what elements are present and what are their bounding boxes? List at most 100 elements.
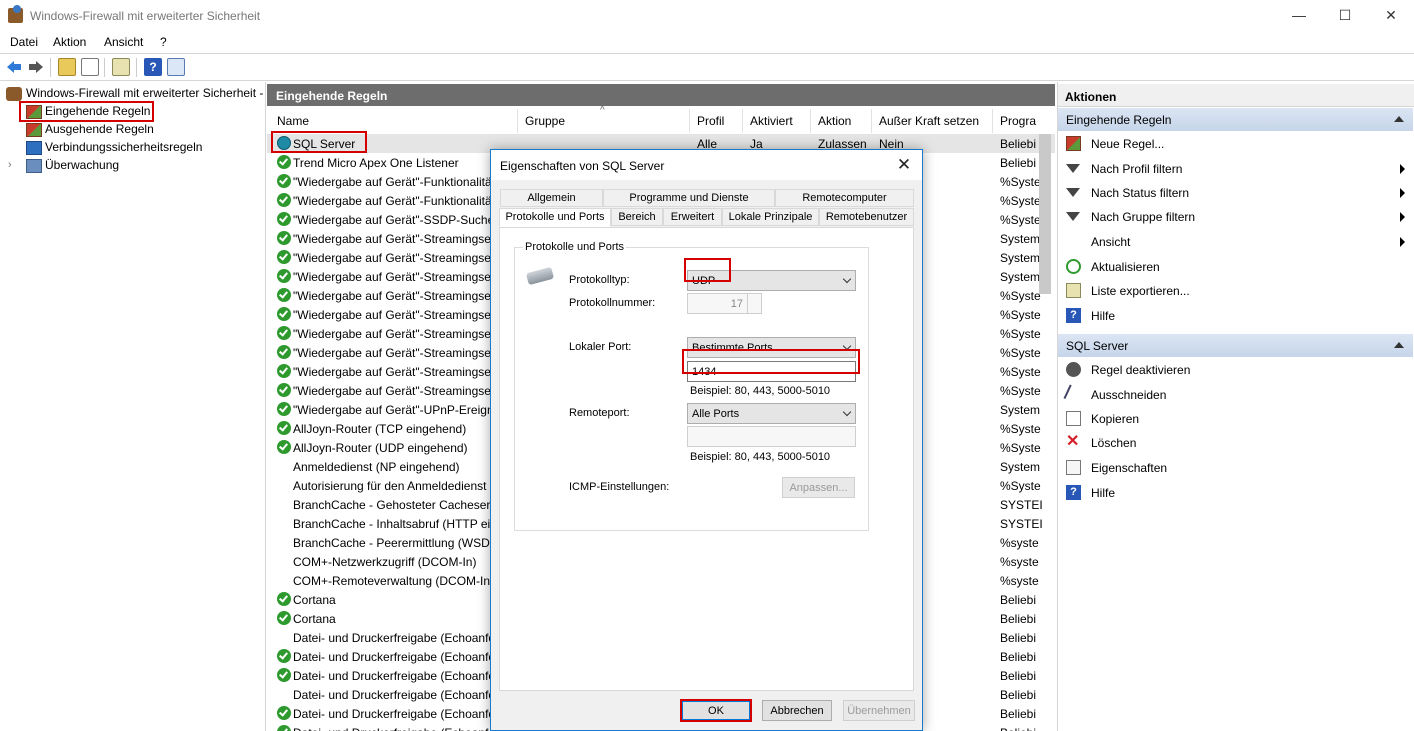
- menu-help[interactable]: ?: [160, 35, 167, 49]
- toolbar-separator: [50, 58, 51, 77]
- tab-remotebenutzer[interactable]: Remotebenutzer: [819, 208, 914, 226]
- dialog-title: Eigenschaften von SQL Server: [491, 150, 922, 180]
- cell-program: %Syste: [1000, 289, 1041, 303]
- remote-port-select[interactable]: Alle Ports: [687, 403, 856, 424]
- menu-ansicht[interactable]: Ansicht: [104, 35, 143, 49]
- submenu-arrow-icon: [1400, 164, 1405, 174]
- ok-button[interactable]: OK: [681, 700, 751, 721]
- chevron-right-icon[interactable]: ›: [8, 157, 12, 174]
- action-item[interactable]: ? Hilfe: [1058, 305, 1413, 327]
- rule-name: Cortana: [293, 593, 336, 607]
- tab-panel-protocols: Protokolle und Ports Protokolltyp: UDP P…: [499, 227, 914, 691]
- toolbar: ?: [0, 54, 1414, 81]
- protocol-number-label: Protokollnummer:: [569, 297, 656, 309]
- action-item[interactable]: Regel deaktivieren: [1058, 359, 1413, 381]
- close-window-button[interactable]: ✕: [1368, 0, 1414, 31]
- action-item[interactable]: Nach Profil filtern: [1058, 158, 1413, 180]
- cell-program: %syste: [1000, 574, 1039, 588]
- rule-name: BranchCache - Peerermittlung (WSD e: [293, 536, 500, 550]
- rule-name: Datei- und Druckerfreigabe (Echoanfo: [293, 707, 496, 721]
- action-item[interactable]: Ansicht: [1058, 231, 1413, 253]
- show-action-pane-icon[interactable]: [167, 58, 185, 76]
- action-item[interactable]: ✕ Löschen: [1058, 432, 1413, 454]
- enabled-check-icon: [277, 326, 291, 340]
- menu-bar: Datei Aktion Ansicht ?: [0, 31, 1414, 53]
- properties-icon: [1066, 460, 1081, 475]
- action-item[interactable]: Nach Status filtern: [1058, 182, 1413, 204]
- enabled-check-icon: [277, 155, 291, 169]
- action-item[interactable]: Neue Regel...: [1058, 133, 1413, 155]
- up-folder-icon[interactable]: [58, 58, 76, 76]
- actions-group-inbound[interactable]: Eingehende Regeln: [1058, 108, 1413, 131]
- cell-program: System: [1000, 232, 1041, 246]
- protocol-number-field[interactable]: 17: [687, 293, 762, 314]
- column-header-override[interactable]: Außer Kraft setzen: [872, 109, 993, 133]
- tab-bereich[interactable]: Bereich: [611, 208, 663, 226]
- show-hide-tree-icon[interactable]: [81, 58, 99, 76]
- action-item[interactable]: Nach Gruppe filtern: [1058, 206, 1413, 228]
- collapse-icon[interactable]: [1394, 116, 1404, 122]
- maximize-button[interactable]: ☐: [1322, 0, 1368, 31]
- enabled-check-icon: [277, 668, 291, 682]
- action-item[interactable]: Ausschneiden: [1058, 384, 1413, 406]
- cell-program: SYSTEI: [1000, 498, 1043, 512]
- action-item[interactable]: Aktualisieren: [1058, 256, 1413, 278]
- groupbox-legend: Protokolle und Ports: [523, 241, 627, 253]
- column-header-aktiviert[interactable]: Aktiviert: [743, 109, 811, 133]
- minimize-button[interactable]: —: [1276, 0, 1322, 31]
- chevron-down-icon: [842, 341, 852, 351]
- vertical-scrollbar[interactable]: [1039, 134, 1051, 294]
- menu-datei[interactable]: Datei: [10, 35, 38, 49]
- local-port-input[interactable]: 1434: [687, 361, 856, 382]
- tab-allgemein[interactable]: Allgemein: [500, 189, 603, 207]
- forward-icon[interactable]: [27, 58, 45, 76]
- tab-programme-und-dienste[interactable]: Programme und Dienste: [603, 189, 775, 207]
- local-port-select[interactable]: Bestimmte Ports: [687, 337, 856, 358]
- enabled-check-icon: [277, 345, 291, 359]
- rule-name: COM+-Netzwerkzugriff (DCOM-In): [293, 555, 477, 569]
- tab-remotecomputer[interactable]: Remotecomputer: [775, 189, 914, 207]
- remote-port-input[interactable]: [687, 426, 856, 447]
- navigation-tree: Windows-Firewall mit erweiterter Sicherh…: [0, 82, 266, 731]
- menu-aktion[interactable]: Aktion: [53, 35, 86, 49]
- cell-program: %Syste: [1000, 441, 1041, 455]
- protocol-type-select[interactable]: UDP: [687, 270, 856, 291]
- action-item[interactable]: Kopieren: [1058, 408, 1413, 430]
- back-icon[interactable]: [5, 58, 23, 76]
- column-header-aktion[interactable]: Aktion: [811, 109, 872, 133]
- help-icon[interactable]: ?: [144, 58, 162, 76]
- column-header-programm[interactable]: Progra: [993, 109, 1055, 133]
- cell-program: %Syste: [1000, 213, 1041, 227]
- actions-group-sqlserver[interactable]: SQL Server: [1058, 334, 1413, 357]
- enabled-check-icon: [277, 402, 291, 416]
- cell-program: System: [1000, 270, 1041, 284]
- rule-name: "Wiedergabe auf Gerät"-Streamingser: [293, 384, 495, 398]
- rule-name: SQL Server: [293, 137, 356, 151]
- column-header-profil[interactable]: Profil: [690, 109, 743, 133]
- rule-name: "Wiedergabe auf Gerät"-Streamingser: [293, 365, 495, 379]
- action-label: Eigenschaften: [1091, 461, 1168, 475]
- tab-lokale-prinzipale[interactable]: Lokale Prinzipale: [722, 208, 819, 226]
- action-label: Kopieren: [1091, 412, 1140, 426]
- customize-button[interactable]: Anpassen...: [782, 477, 855, 498]
- cell-program: Beliebi: [1000, 707, 1037, 721]
- monitoring-icon: [26, 159, 42, 173]
- export-list-icon[interactable]: [112, 58, 130, 76]
- rule-name: Datei- und Druckerfreigabe (Echoanfo: [293, 726, 495, 731]
- apply-button[interactable]: Übernehmen: [843, 700, 915, 721]
- spin-arrows-icon[interactable]: [747, 294, 761, 313]
- action-item[interactable]: Liste exportieren...: [1058, 280, 1413, 302]
- column-header-name[interactable]: Name: [267, 109, 518, 133]
- submenu-arrow-icon: [1400, 237, 1405, 247]
- action-item[interactable]: ? Hilfe: [1058, 482, 1413, 504]
- collapse-icon[interactable]: [1394, 342, 1404, 348]
- cell-program: %Syste: [1000, 422, 1041, 436]
- cancel-button[interactable]: Abbrechen: [762, 700, 832, 721]
- tab-protokolle-und-ports[interactable]: Protokolle und Ports: [499, 208, 611, 227]
- tab-erweitert[interactable]: Erweitert: [663, 208, 722, 226]
- action-item[interactable]: Eigenschaften: [1058, 457, 1413, 479]
- network-plug-icon: [525, 266, 555, 286]
- dialog-close-button[interactable]: ✕: [894, 155, 914, 175]
- enabled-check-icon: [277, 269, 291, 283]
- cell-program: System: [1000, 403, 1041, 417]
